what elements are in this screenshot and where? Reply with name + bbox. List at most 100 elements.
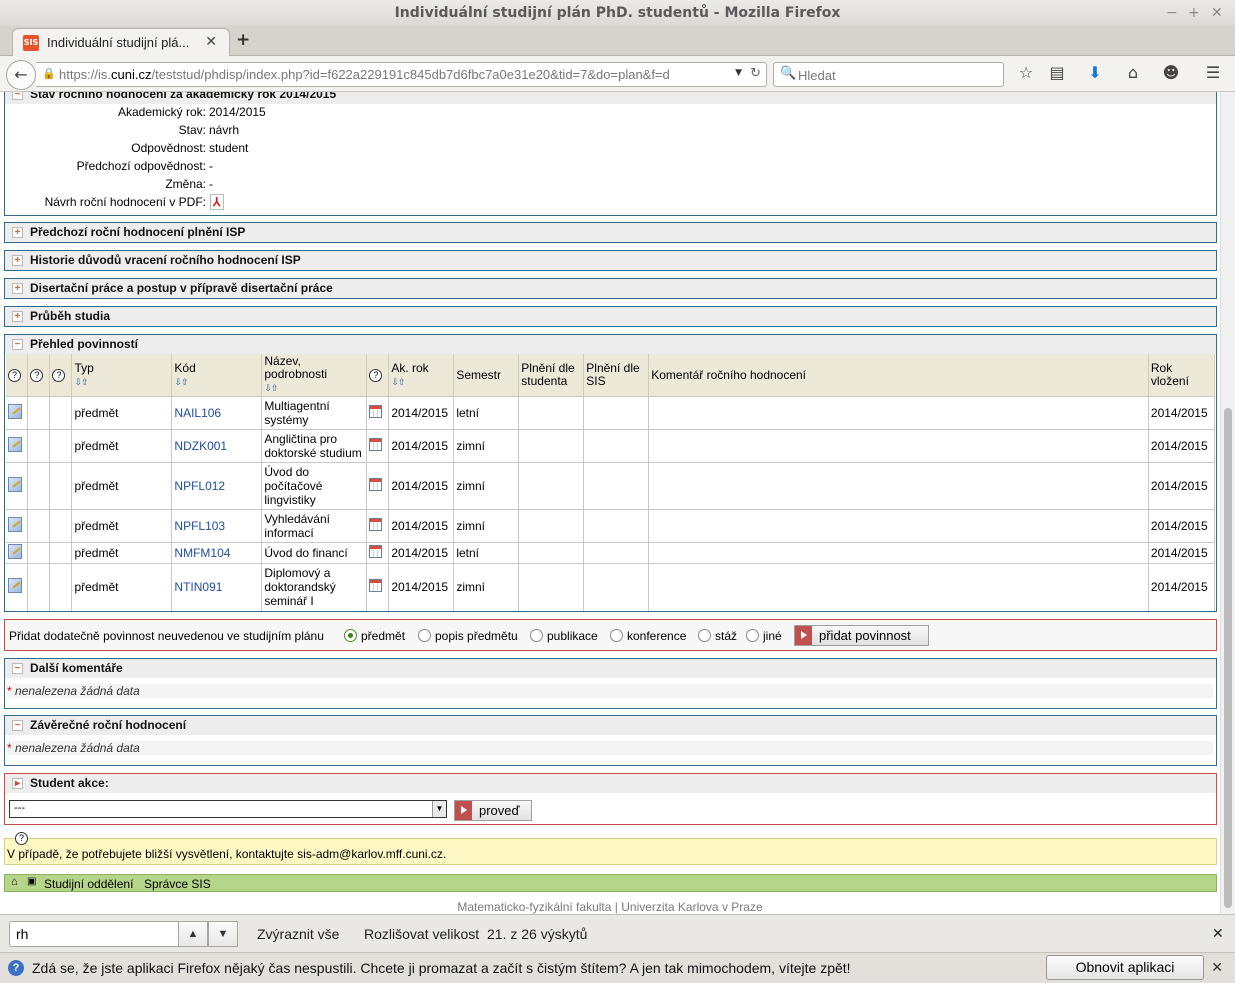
collapse-icon[interactable]: −: [12, 339, 23, 350]
edit-icon[interactable]: [8, 437, 22, 452]
minimize-icon[interactable]: −: [1166, 0, 1178, 26]
calendar-icon[interactable]: [369, 478, 383, 491]
section-header[interactable]: − Závěrečné roční hodnocení: [5, 716, 1216, 735]
download-icon[interactable]: ⬇: [1084, 63, 1106, 82]
home-icon[interactable]: ⌂: [1122, 63, 1144, 82]
find-next-button[interactable]: ▼: [208, 921, 238, 947]
study-office-link[interactable]: Studijní oddělení: [44, 877, 133, 891]
cell-year-inserted: 2014/2015: [1148, 542, 1216, 564]
close-find-bar-icon[interactable]: ✕: [1212, 925, 1224, 942]
radio-option-internship[interactable]: stáž: [698, 629, 737, 643]
lock-icon[interactable]: ▣: [27, 876, 36, 887]
course-code-link[interactable]: NPFL103: [174, 519, 225, 533]
calendar-icon[interactable]: [369, 579, 383, 593]
url-bar[interactable]: 🔒 https://is.cuni.cz/teststud/phdisp/ind…: [36, 62, 767, 87]
add-obligation-button[interactable]: přidat povinnost: [794, 625, 929, 646]
edit-icon[interactable]: [8, 517, 22, 532]
menu-icon[interactable]: ☰: [1202, 63, 1224, 82]
radio-option-publication[interactable]: publikace: [530, 629, 598, 643]
university-link[interactable]: Univerzita Karlova v Praze: [621, 900, 762, 914]
course-code-link[interactable]: NMFM104: [174, 546, 230, 560]
section-header[interactable]: + Disertační práce a postup v přípravě di…: [5, 279, 1216, 298]
edit-icon[interactable]: [8, 578, 22, 594]
radio-option-subject[interactable]: předmět: [344, 629, 405, 643]
match-case-toggle[interactable]: Rozlišovat velikost: [364, 926, 479, 942]
sort-arrows-icon[interactable]: ⇩⇧: [391, 377, 405, 387]
calendar-icon[interactable]: [369, 438, 383, 451]
radio-button[interactable]: [418, 629, 431, 642]
section-header[interactable]: + Průběh studia: [5, 307, 1216, 326]
radio-button[interactable]: [698, 629, 711, 642]
section-header[interactable]: ▸ Student akce:: [5, 774, 1216, 793]
help-icon[interactable]: ?: [8, 369, 21, 382]
radio-option-other[interactable]: jiné: [746, 629, 782, 643]
expand-icon[interactable]: +: [12, 227, 23, 238]
section-header[interactable]: − Další komentáře: [5, 659, 1216, 678]
search-bar[interactable]: 🔍 Hledat: [773, 62, 1004, 87]
cell-year-inserted: 2014/2015: [1148, 509, 1216, 543]
calendar-icon[interactable]: [369, 518, 383, 531]
action-select[interactable]: --- ▼: [9, 800, 447, 818]
calendar-icon[interactable]: [369, 545, 383, 558]
highlight-all-toggle[interactable]: Zvýraznit vše: [257, 926, 339, 942]
bookmark-star-icon[interactable]: ☆: [1015, 63, 1037, 82]
radio-option-conference[interactable]: konference: [610, 629, 686, 643]
close-window-icon[interactable]: ✕: [1211, 0, 1223, 26]
table-cell: [366, 509, 390, 543]
chevron-down-icon[interactable]: ▼: [432, 801, 446, 817]
home-icon[interactable]: ⌂: [11, 876, 18, 888]
radio-option-subject-description[interactable]: popis předmětu: [418, 629, 518, 643]
bookmarks-list-icon[interactable]: ▤: [1046, 63, 1068, 82]
course-code-link[interactable]: NDZK001: [174, 439, 227, 453]
collapse-icon[interactable]: −: [12, 720, 23, 731]
pdf-icon[interactable]: ⅄: [210, 194, 224, 210]
expand-icon[interactable]: +: [12, 255, 23, 266]
section-header[interactable]: − Přehled povinností: [5, 335, 1216, 354]
scrollbar-thumb[interactable]: [1224, 408, 1232, 908]
section-header[interactable]: + Historie důvodů vracení ročního hodnoce…: [5, 251, 1216, 270]
course-code-link[interactable]: NTIN091: [174, 580, 222, 594]
radio-button[interactable]: [610, 629, 623, 642]
sis-admin-link[interactable]: Správce SIS: [144, 877, 211, 891]
cell-name: Úvod do financí: [261, 542, 368, 564]
vertical-scrollbar[interactable]: [1220, 92, 1235, 914]
table-cell: [6, 462, 29, 510]
close-tab-icon[interactable]: ✕: [205, 34, 217, 50]
help-icon[interactable]: ?: [369, 369, 383, 382]
chat-icon[interactable]: ☻: [1160, 63, 1182, 82]
faculty-link[interactable]: Matematicko-fyzikální fakulta: [457, 900, 611, 914]
browser-tab[interactable]: SIS Individuální studijní plá... ✕: [12, 28, 230, 57]
collapse-icon[interactable]: −: [12, 92, 23, 100]
find-previous-button[interactable]: ▲: [178, 921, 208, 947]
section-header[interactable]: + Předchozí roční hodnocení plnění ISP: [5, 223, 1216, 242]
reload-icon[interactable]: ↻: [750, 66, 761, 81]
edit-icon[interactable]: [8, 477, 22, 492]
course-code-link[interactable]: NAIL106: [174, 406, 221, 420]
sort-arrows-icon[interactable]: ⇩⇧: [264, 383, 278, 393]
help-icon[interactable]: ?: [30, 369, 44, 382]
help-icon[interactable]: ?: [52, 369, 66, 382]
refresh-firefox-button[interactable]: Obnovit aplikaci Firefox...: [1046, 955, 1204, 983]
edit-icon[interactable]: [8, 544, 22, 559]
section-header[interactable]: − Stav ročního hodnocení za akademický r…: [5, 92, 1216, 104]
new-tab-icon[interactable]: +: [236, 30, 250, 50]
back-button[interactable]: ←: [6, 60, 36, 90]
collapse-icon[interactable]: −: [12, 663, 23, 674]
radio-button[interactable]: [746, 629, 759, 642]
find-input[interactable]: rh: [9, 921, 179, 947]
radio-button[interactable]: [344, 629, 357, 642]
sort-arrows-icon[interactable]: ⇩⇧: [174, 377, 188, 387]
url-dropdown-icon[interactable]: ▼: [735, 68, 742, 78]
expand-icon[interactable]: +: [12, 283, 23, 294]
edit-icon[interactable]: [8, 404, 22, 419]
help-text: V případě, že potřebujete bližší vysvětl…: [7, 847, 447, 861]
radio-button[interactable]: [530, 629, 543, 642]
close-notification-icon[interactable]: ✕: [1211, 959, 1223, 976]
execute-button[interactable]: proveď: [454, 800, 532, 821]
course-code-link[interactable]: NPFL012: [174, 479, 225, 493]
calendar-icon[interactable]: [369, 405, 383, 418]
sort-arrows-icon[interactable]: ⇩⇧: [74, 377, 88, 387]
cell-type: předmět: [71, 429, 173, 463]
expand-icon[interactable]: +: [12, 311, 23, 322]
maximize-icon[interactable]: +: [1188, 0, 1200, 26]
